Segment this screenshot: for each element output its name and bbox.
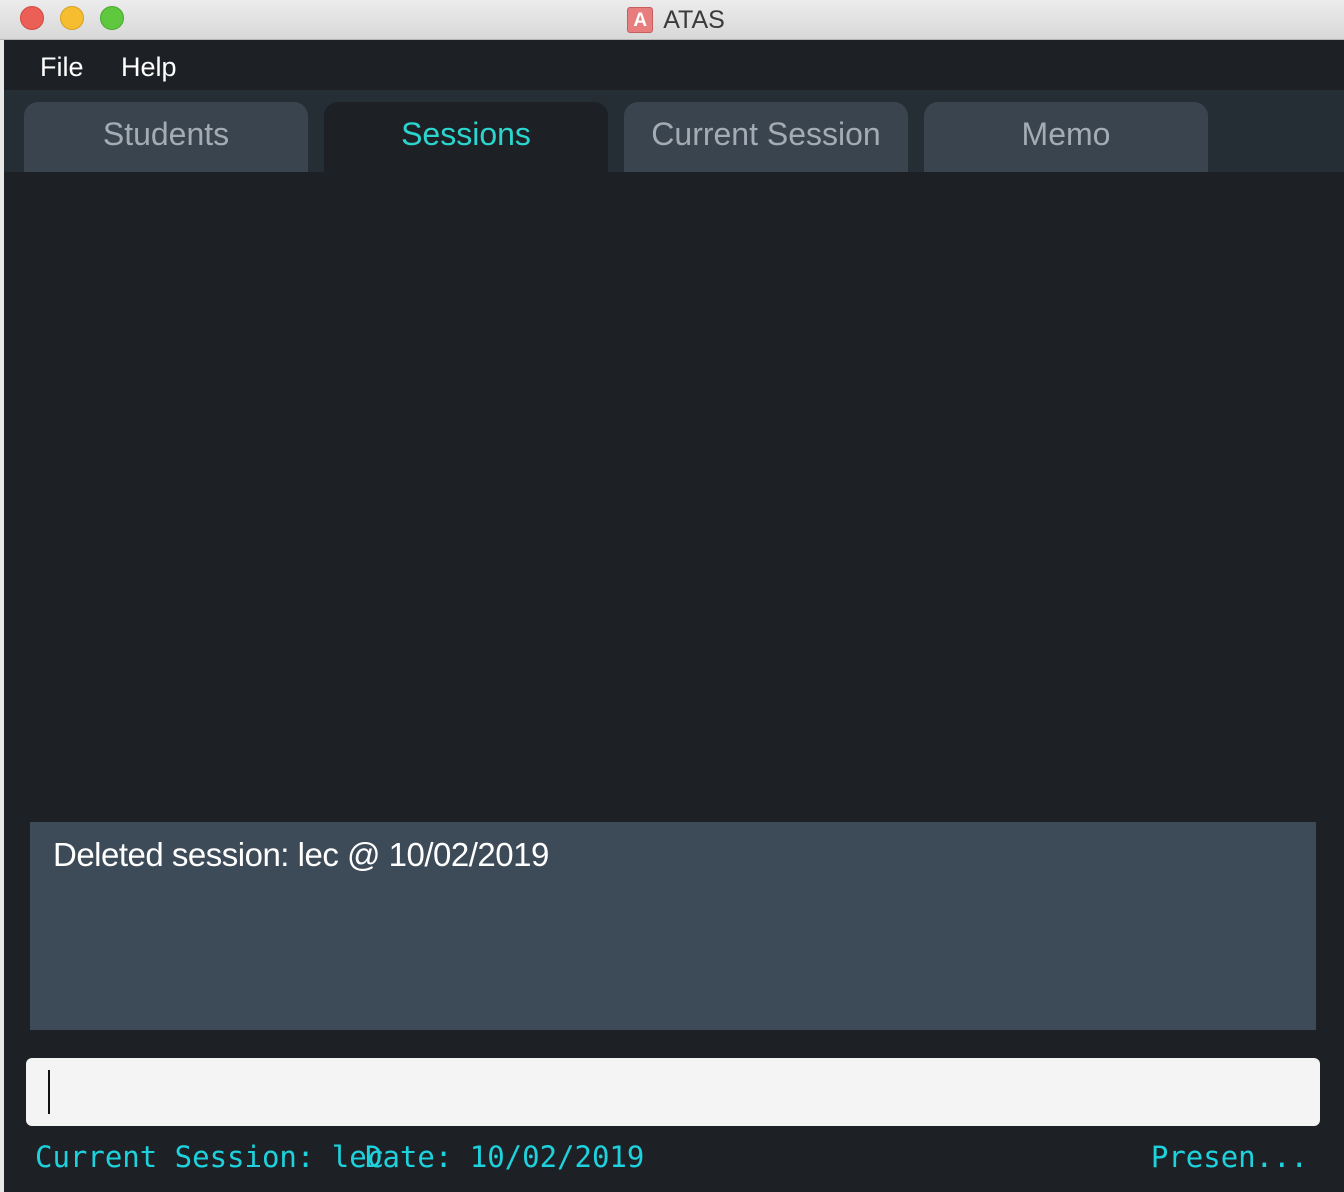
sessions-list-panel[interactable] (4, 172, 1344, 812)
status-bar: Current Session: lec Date: 10/02/2019 Pr… (4, 1132, 1344, 1192)
tab-memo[interactable]: Memo (924, 102, 1208, 172)
menu-file[interactable]: File (40, 52, 84, 83)
status-presence: Presen... (1150, 1140, 1308, 1174)
result-message: Deleted session: lec @ 10/02/2019 (53, 836, 549, 873)
command-input[interactable] (26, 1058, 1320, 1126)
result-display: Deleted session: lec @ 10/02/2019 (30, 822, 1316, 1030)
window-title: ATAS (663, 5, 725, 34)
tab-students[interactable]: Students (24, 102, 308, 172)
status-current-session: Current Session: lec (35, 1140, 385, 1174)
title-bar[interactable]: A ATAS (0, 0, 1344, 40)
menu-help[interactable]: Help (121, 52, 177, 83)
menu-bar: File Help (4, 40, 1344, 90)
tab-current-session[interactable]: Current Session (624, 102, 908, 172)
tab-bar: Students Sessions Current Session Memo (4, 90, 1344, 172)
text-caret (48, 1070, 50, 1114)
status-date: Date: 10/02/2019 (365, 1140, 645, 1174)
app-logo-icon: A (627, 7, 654, 33)
tab-sessions[interactable]: Sessions (324, 102, 608, 172)
app-window: A ATAS File Help Students Sessions Curre… (0, 0, 1344, 1192)
window-title-group: A ATAS (0, 0, 1344, 40)
